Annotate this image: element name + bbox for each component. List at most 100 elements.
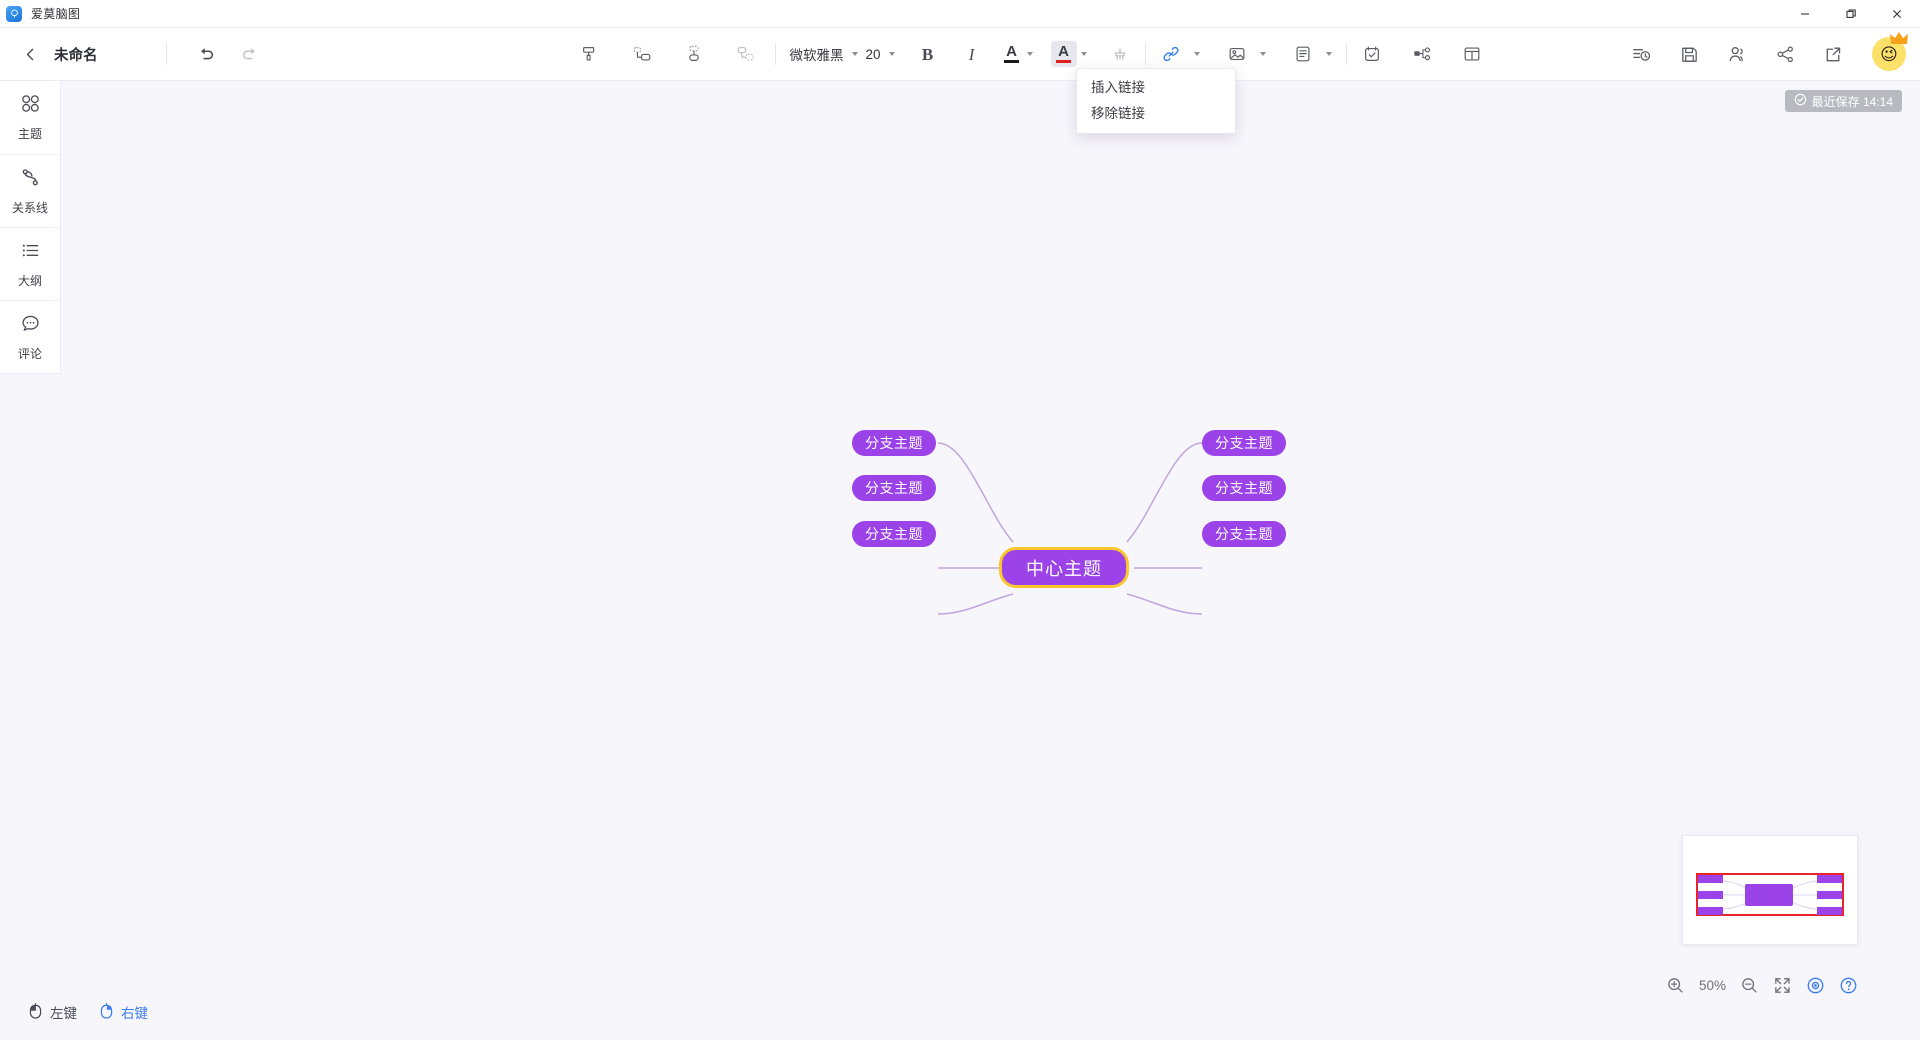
save-floppy-icon[interactable] — [1674, 39, 1704, 69]
font-group: 微软雅黑 20 — [786, 40, 899, 68]
bold-label: B — [921, 44, 934, 64]
title-bar: 爱莫脑图 — [0, 0, 1920, 28]
image-chevron-down-icon[interactable] — [1256, 40, 1270, 68]
divider — [1345, 43, 1347, 65]
link-icon[interactable] — [1156, 39, 1186, 69]
sidebar-item-comment[interactable]: 评论 — [0, 300, 60, 373]
font-size-value[interactable]: 20 — [862, 47, 885, 62]
mouse-mode-left-label: 左键 — [50, 1006, 77, 1021]
node-relation-icon[interactable] — [1407, 39, 1437, 69]
main-toolbar: 未命名 微软雅黑 20 B I A A 😉 — [0, 28, 1920, 81]
save-status-text: 最近保存 14:14 — [1811, 94, 1893, 109]
mouse-mode-bar: 左键 右键 — [28, 1002, 148, 1022]
mindmap-connectors — [937, 442, 1203, 615]
avatar-face: 😉 — [1880, 44, 1898, 64]
avatar[interactable]: 😉 — [1872, 32, 1908, 71]
task-checkbox-icon[interactable] — [1357, 39, 1387, 69]
highlight-color-group: A — [1050, 40, 1091, 68]
sidebar-item-label: 主题 — [17, 127, 42, 141]
node-structure-group — [575, 39, 761, 69]
outline-list-icon — [20, 240, 41, 266]
mindmap-branch-node[interactable]: 分支主题 — [852, 475, 936, 501]
zoom-in-icon[interactable] — [1666, 976, 1685, 995]
mouse-mode-right[interactable]: 右键 — [99, 1002, 148, 1022]
history-group — [156, 39, 265, 69]
back-button[interactable] — [14, 38, 46, 70]
fit-screen-icon[interactable] — [1773, 976, 1792, 995]
status-badge: 最近保存 14:14 — [1784, 90, 1902, 112]
link-chevron-down-icon[interactable] — [1190, 40, 1204, 68]
sidebar-item-outline[interactable]: 大纲 — [0, 227, 60, 300]
font-family-chevron-down-icon[interactable] — [848, 40, 862, 68]
font-size-chevron-down-icon[interactable] — [885, 40, 899, 68]
minimap-panel[interactable] — [1682, 835, 1858, 945]
mouse-left-button-icon — [28, 1002, 43, 1022]
export-external-link-icon[interactable] — [1818, 39, 1848, 69]
italic-label: I — [968, 44, 975, 64]
mouse-mode-left[interactable]: 左键 — [28, 1002, 77, 1022]
note-icon[interactable] — [1288, 39, 1318, 69]
mindmap-canvas[interactable]: 最近保存 14:14 中心主题 分支主题 分支主题 分支主题 分支主题 分支主题… — [61, 81, 1920, 1040]
mindmap-branch-node[interactable]: 分支主题 — [1202, 521, 1286, 547]
minimize-button[interactable] — [1782, 0, 1828, 28]
mindmap-center-node[interactable]: 中心主题 — [999, 547, 1129, 588]
text-color-chevron-down-icon[interactable] — [1023, 40, 1037, 68]
add-sibling-node-icon[interactable] — [627, 39, 657, 69]
font-family-value[interactable]: 微软雅黑 — [786, 44, 848, 64]
highlight-color-chevron-down-icon[interactable] — [1077, 40, 1091, 68]
history-icon[interactable] — [1626, 39, 1656, 69]
relation-line-icon — [20, 167, 41, 193]
format-painter-icon[interactable] — [575, 39, 605, 69]
image-icon[interactable] — [1222, 39, 1252, 69]
mouse-mode-right-label: 右键 — [121, 1006, 148, 1021]
bold-button[interactable]: B — [913, 39, 943, 69]
mindmap-branch-node[interactable]: 分支主题 — [852, 521, 936, 547]
left-sidebar: 主题 关系线 大纲 评论 — [0, 81, 61, 374]
mouse-right-button-icon — [99, 1002, 114, 1022]
text-color-group: A — [1001, 40, 1037, 68]
mindmap-branch-node[interactable]: 分支主题 — [852, 430, 936, 456]
layout-template-icon[interactable] — [1457, 39, 1487, 69]
divider — [1144, 43, 1146, 65]
highlight-color-button[interactable]: A — [1050, 41, 1077, 67]
comment-bubble-icon — [20, 313, 41, 339]
theme-four-petal-icon — [20, 93, 41, 119]
clear-format-brush-icon[interactable] — [1105, 39, 1135, 69]
sidebar-item-label: 大纲 — [17, 273, 42, 288]
zoom-out-icon[interactable] — [1740, 976, 1759, 995]
mindmap-branch-node[interactable]: 分支主题 — [1202, 475, 1286, 501]
crown-icon — [1889, 30, 1909, 46]
note-chevron-down-icon[interactable] — [1322, 40, 1336, 68]
menu-item-remove-link[interactable]: 移除链接 — [1077, 101, 1235, 127]
menu-item-insert-link[interactable]: 插入链接 — [1077, 75, 1235, 101]
help-question-icon[interactable] — [1839, 976, 1858, 995]
document-title[interactable]: 未命名 — [54, 44, 98, 65]
members-icon[interactable] — [1722, 39, 1752, 69]
highlight-color-swatch — [1056, 60, 1072, 63]
add-child-node-icon[interactable] — [679, 39, 709, 69]
share-icon[interactable] — [1770, 39, 1800, 69]
eye-icon[interactable] — [1806, 976, 1825, 995]
text-color-button[interactable]: A — [1001, 41, 1023, 67]
check-circle-icon — [1794, 93, 1807, 109]
highlight-color-label: A — [1058, 43, 1069, 60]
close-button[interactable] — [1874, 0, 1920, 28]
text-color-swatch — [1004, 60, 1020, 63]
italic-button[interactable]: I — [957, 39, 987, 69]
sidebar-item-relation-line[interactable]: 关系线 — [0, 154, 60, 227]
undo-arrow-icon[interactable] — [191, 39, 221, 69]
mindmap-branch-node[interactable]: 分支主题 — [1202, 430, 1286, 456]
app-logo-icon — [6, 5, 22, 22]
redo-arrow-icon[interactable] — [235, 39, 265, 69]
text-style-group: B I A A — [913, 39, 1135, 69]
divider — [774, 43, 776, 65]
insert-group — [1156, 39, 1336, 69]
sidebar-item-theme[interactable]: 主题 — [0, 81, 60, 154]
toolbar-right-group: 😉 — [1626, 32, 1908, 71]
divider — [165, 43, 167, 65]
add-parent-node-icon[interactable] — [731, 39, 761, 69]
zoom-level-value: 50% — [1698, 978, 1726, 993]
text-color-label: A — [1006, 43, 1017, 60]
zoom-controls: 50% — [1666, 976, 1858, 995]
maximize-button[interactable] — [1828, 0, 1874, 28]
